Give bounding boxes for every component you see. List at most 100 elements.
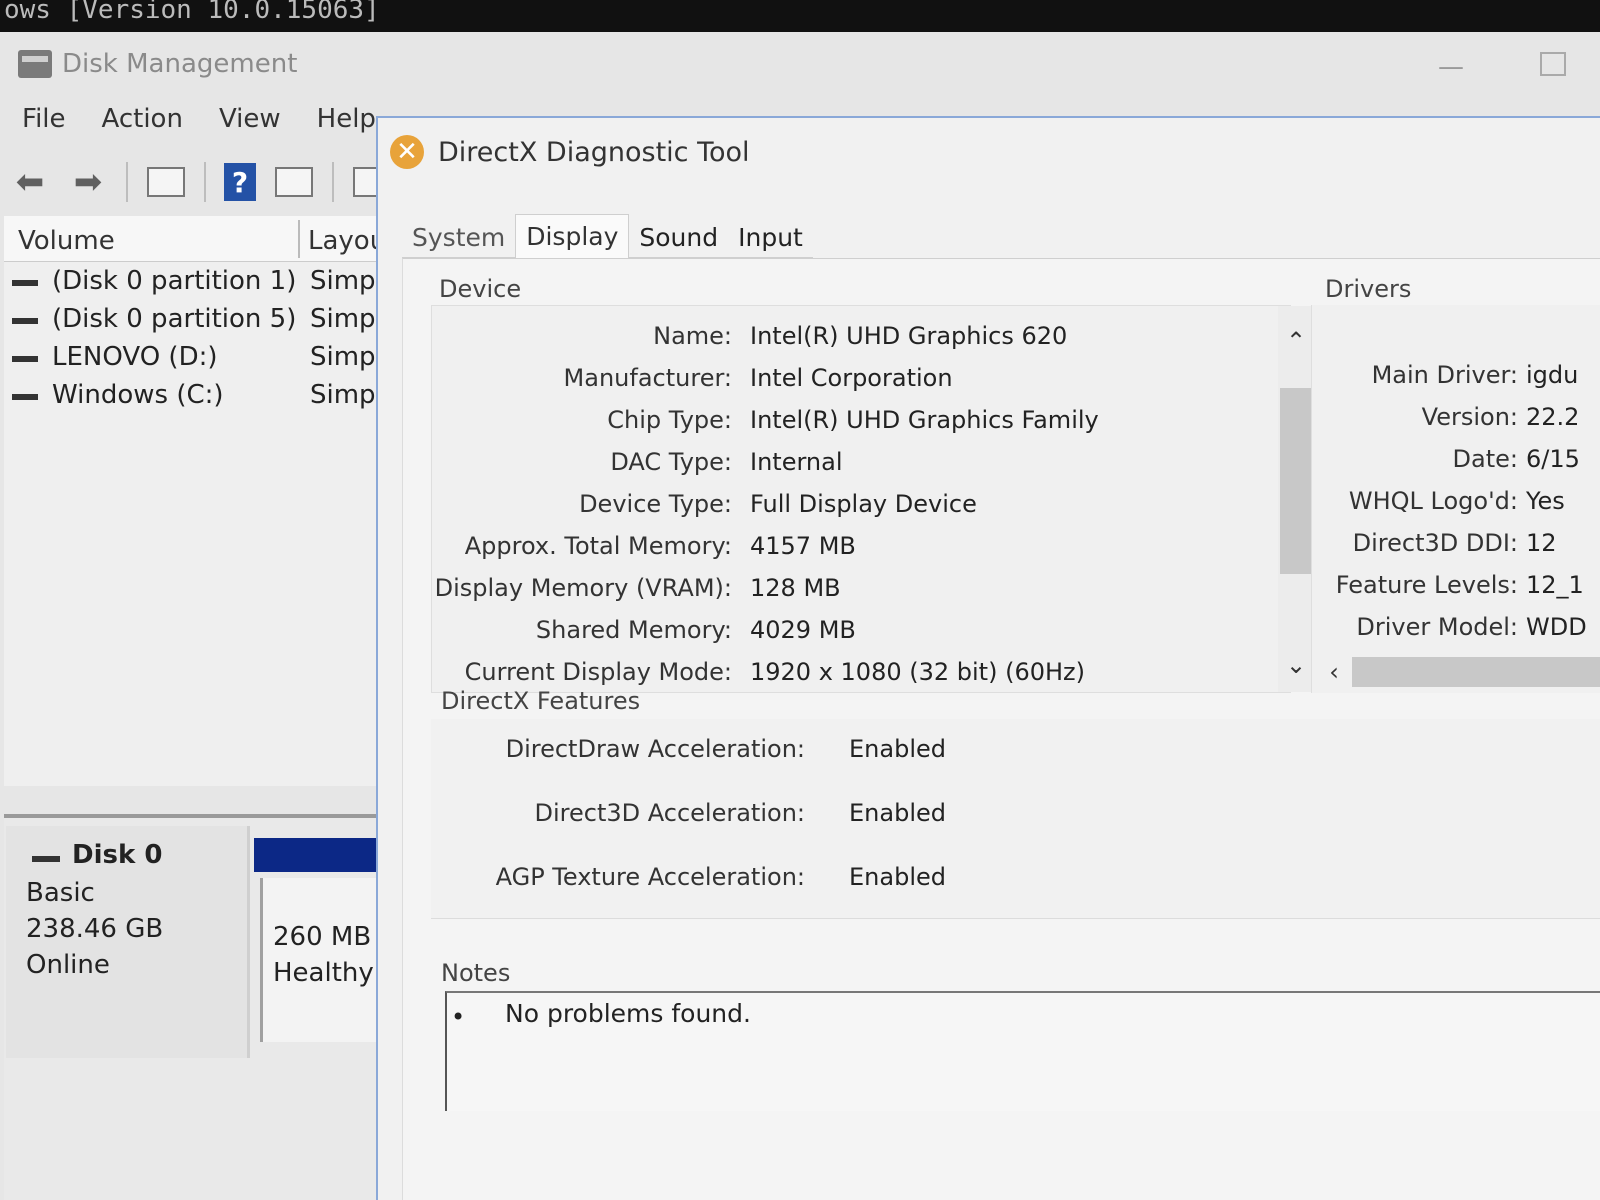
- driver-row: Feature Levels: 12_1: [1312, 571, 1600, 611]
- device-row-value: Internal: [750, 448, 843, 476]
- tab-system[interactable]: System: [402, 218, 516, 258]
- feature-row-value: Enabled: [849, 735, 946, 763]
- device-row-value: Intel Corporation: [750, 364, 953, 392]
- toolbar-separator: [332, 162, 334, 202]
- device-row-label: Device Type:: [579, 490, 732, 518]
- forward-arrow-icon[interactable]: ➡: [68, 162, 108, 202]
- volume-list: Volume Layout (Disk 0 partition 1) Simpl…: [4, 216, 376, 786]
- device-row: Chip Type: Intel(R) UHD Graphics Family: [432, 406, 1292, 446]
- device-row-label: Display Memory (VRAM):: [434, 574, 732, 602]
- scroll-down-icon[interactable]: ⌄: [1278, 650, 1314, 680]
- device-row-label: Name:: [653, 322, 732, 350]
- device-row-value: 128 MB: [750, 574, 841, 602]
- driver-row-value: 6/15: [1526, 445, 1580, 473]
- dm-menubar: File Action View Help: [22, 104, 376, 134]
- device-row: Name: Intel(R) UHD Graphics 620: [432, 322, 1292, 362]
- device-row-value: Intel(R) UHD Graphics Family: [750, 406, 1099, 434]
- dm-titlebar: Disk Management: [18, 44, 297, 84]
- driver-row-label: WHQL Logo'd:: [1348, 487, 1518, 515]
- device-scrollbar[interactable]: ⌃ ⌄: [1278, 306, 1314, 692]
- device-row-label: Chip Type:: [607, 406, 732, 434]
- device-row-value: 1920 x 1080 (32 bit) (60Hz): [750, 658, 1085, 686]
- driver-row-value: 12_1: [1526, 571, 1584, 599]
- disk-graphical-view: Disk 0 Basic 238.46 GB Online 260 MB Hea…: [4, 814, 376, 1200]
- device-row-label: Manufacturer:: [563, 364, 732, 392]
- device-row: Shared Memory: 4029 MB: [432, 616, 1292, 656]
- volume-list-header: Volume Layout: [4, 216, 376, 262]
- volume-name: (Disk 0 partition 1): [52, 266, 297, 296]
- menu-help[interactable]: Help: [317, 104, 376, 134]
- dxdiag-window: ✕ DirectX Diagnostic Tool System Display…: [376, 116, 1600, 1200]
- driver-row-label: Direct3D DDI:: [1352, 529, 1518, 557]
- driver-row-value: igdu: [1526, 361, 1579, 389]
- device-row: Approx. Total Memory: 4157 MB: [432, 532, 1292, 572]
- notes-box[interactable]: • No problems found.: [445, 991, 1600, 1111]
- hscroll-thumb[interactable]: [1352, 657, 1600, 687]
- minimize-button[interactable]: —: [1438, 52, 1464, 82]
- menu-file[interactable]: File: [22, 104, 66, 134]
- disk-management-icon: [18, 50, 52, 78]
- action-pane-icon[interactable]: [274, 162, 314, 202]
- device-row-value: Full Display Device: [750, 490, 977, 518]
- driver-row: Date: 6/15: [1312, 445, 1600, 485]
- disk-icon: [32, 856, 60, 862]
- device-row: Display Memory (VRAM): 128 MB: [432, 574, 1292, 614]
- driver-row-label: Feature Levels:: [1335, 571, 1518, 599]
- feature-row: Direct3D Acceleration: Enabled: [431, 799, 1331, 839]
- device-row: Device Type: Full Display Device: [432, 490, 1292, 530]
- disk-info-box[interactable]: Disk 0 Basic 238.46 GB Online: [6, 826, 250, 1058]
- disk-type: Basic: [26, 878, 95, 908]
- volume-layout: Simple: [310, 342, 376, 372]
- drivers-info-box: Main Driver: igdu Version: 22.2 Date: 6/…: [1311, 305, 1600, 693]
- device-row-value: 4157 MB: [750, 532, 856, 560]
- tab-display[interactable]: Display: [515, 214, 630, 258]
- maximize-button[interactable]: [1540, 52, 1566, 76]
- console-tree-icon[interactable]: [146, 162, 186, 202]
- driver-row: Version: 22.2: [1312, 403, 1600, 443]
- tab-input[interactable]: Input: [728, 218, 813, 258]
- volume-name: Windows (C:): [52, 380, 224, 410]
- menu-action[interactable]: Action: [102, 104, 183, 134]
- back-arrow-icon[interactable]: ⬅: [10, 162, 50, 202]
- tab-sound[interactable]: Sound: [629, 218, 729, 258]
- device-info-box: Name: Intel(R) UHD Graphics 620 Manufact…: [431, 305, 1314, 693]
- driver-row: Direct3D DDI: 12: [1312, 529, 1600, 569]
- column-volume[interactable]: Volume: [18, 226, 115, 256]
- drivers-hscrollbar[interactable]: ‹: [1312, 655, 1600, 689]
- volume-layout: Simple: [310, 380, 376, 410]
- partition-box[interactable]: 260 MB Healthy: [260, 878, 376, 1042]
- note-bullet: •: [451, 1003, 466, 1031]
- scroll-thumb[interactable]: [1280, 388, 1314, 574]
- volume-row[interactable]: Windows (C:) Simple: [12, 380, 376, 416]
- driver-row-value: WDD: [1526, 613, 1587, 641]
- scroll-left-icon[interactable]: ‹: [1320, 655, 1348, 689]
- scroll-up-icon[interactable]: ⌃: [1278, 326, 1314, 356]
- device-row-label: Approx. Total Memory:: [464, 532, 732, 560]
- volume-row[interactable]: (Disk 0 partition 5) Simple: [12, 304, 376, 340]
- display-tab-panel: Device Name: Intel(R) UHD Graphics 620 M…: [402, 258, 1600, 1200]
- dx-titlebar: ✕ DirectX Diagnostic Tool: [390, 132, 750, 172]
- column-layout[interactable]: Layout: [308, 226, 376, 256]
- help-icon[interactable]: ?: [224, 163, 256, 201]
- volume-icon: [12, 280, 38, 286]
- column-divider[interactable]: [298, 220, 300, 258]
- dx-title-text: DirectX Diagnostic Tool: [438, 136, 750, 168]
- volume-name: (Disk 0 partition 5): [52, 304, 297, 334]
- device-row-label: DAC Type:: [610, 448, 732, 476]
- volume-row[interactable]: (Disk 0 partition 1) Simple: [12, 266, 376, 302]
- drivers-section-label: Drivers: [1325, 275, 1412, 303]
- volume-layout: Simple: [310, 304, 376, 334]
- device-row-value: 4029 MB: [750, 616, 856, 644]
- device-row: Manufacturer: Intel Corporation: [432, 364, 1292, 404]
- feature-row-label: DirectDraw Acceleration:: [505, 735, 805, 763]
- driver-row-label: Driver Model:: [1356, 613, 1518, 641]
- driver-row-value: Yes: [1526, 487, 1565, 515]
- dx-tabs: System Display Sound Input: [402, 214, 813, 258]
- volume-row[interactable]: LENOVO (D:) Simple: [12, 342, 376, 378]
- feature-row-value: Enabled: [849, 863, 946, 891]
- toolbar-separator: [204, 162, 206, 202]
- menu-view[interactable]: View: [219, 104, 281, 134]
- volume-layout: Simple: [310, 266, 376, 296]
- driver-row-value: 22.2: [1526, 403, 1580, 431]
- driver-row: WHQL Logo'd: Yes: [1312, 487, 1600, 527]
